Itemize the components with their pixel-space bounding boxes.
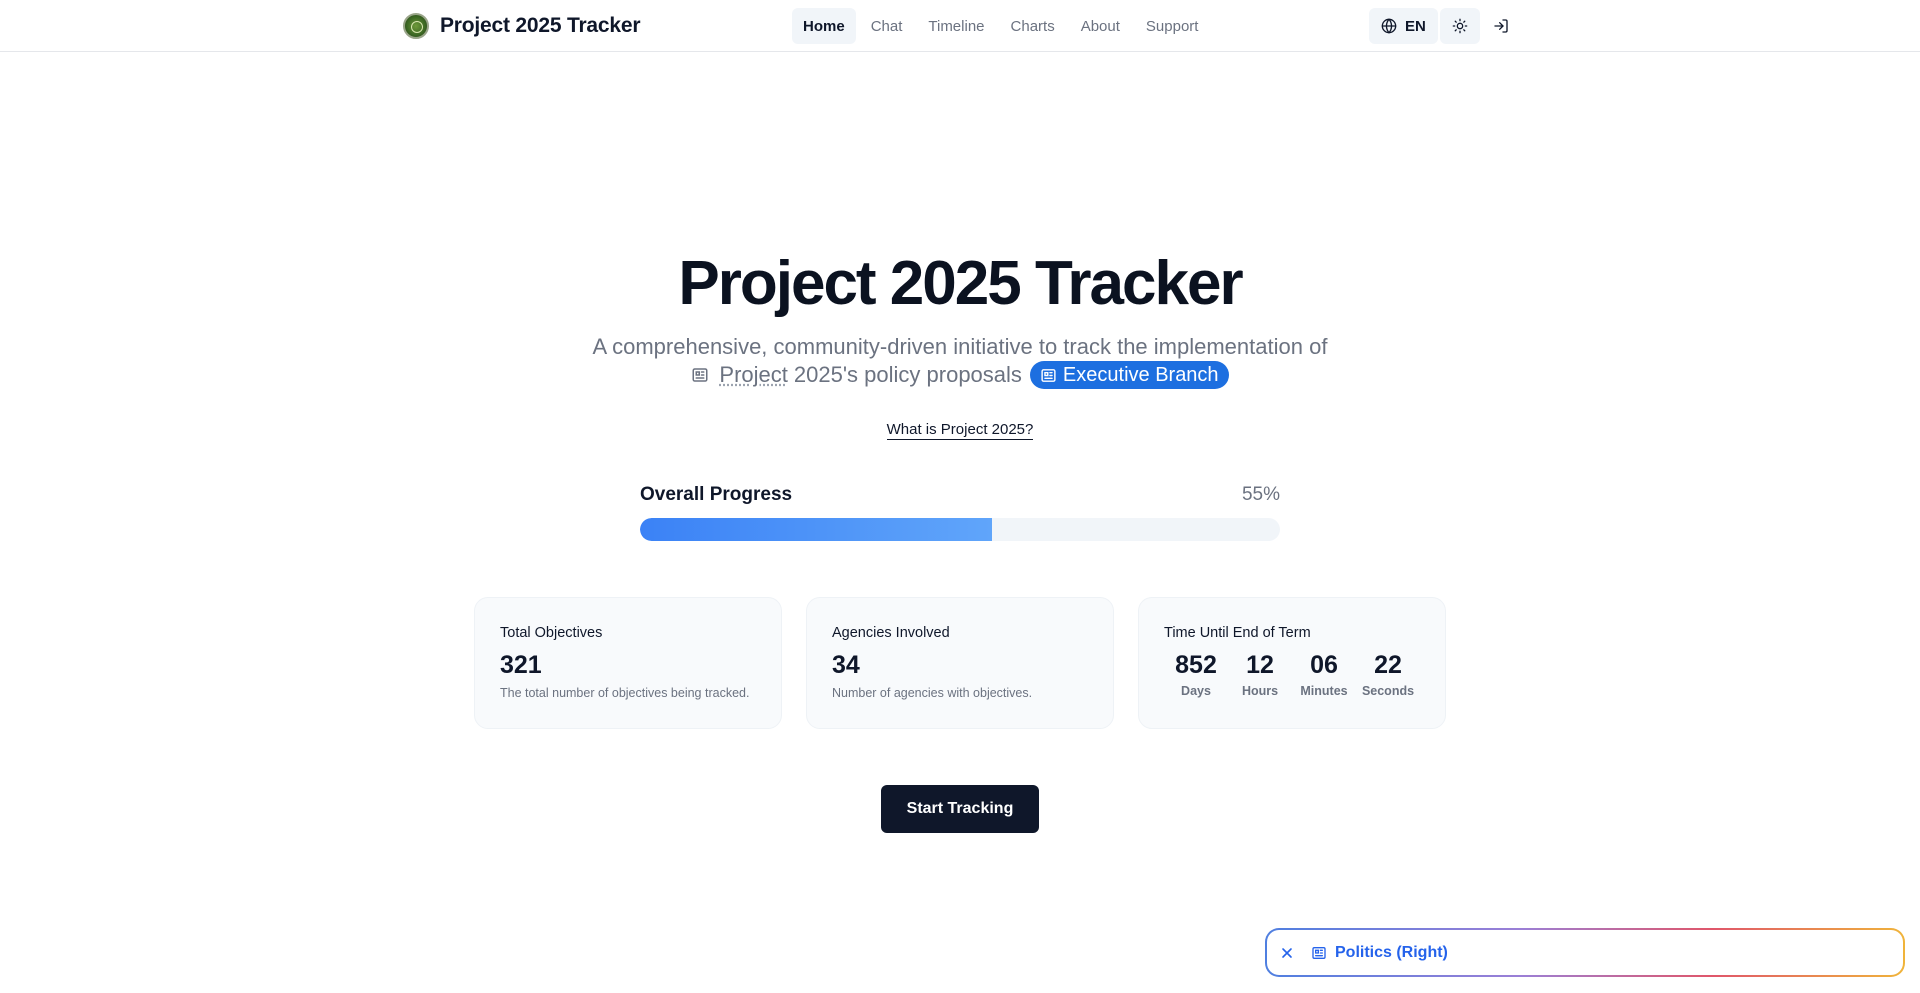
what-is-section: What is Project 2025? <box>0 421 1920 440</box>
card-title: Total Objectives <box>500 625 603 641</box>
countdown-value: 06 <box>1310 651 1338 679</box>
executive-branch-label: Executive Branch <box>1062 364 1219 386</box>
theme-toggle-button[interactable] <box>1440 8 1480 44</box>
card-description: The total number of objectives being tra… <box>500 686 750 700</box>
top-header: Project 2025 Tracker Home Chat Timeline … <box>0 0 1920 52</box>
nav-support[interactable]: Support <box>1135 8 1210 44</box>
login-icon <box>1493 18 1509 34</box>
executive-branch-badge[interactable]: Executive Branch <box>1029 361 1229 389</box>
language-label: EN <box>1405 17 1426 35</box>
countdown-value: 22 <box>1374 651 1402 679</box>
subtitle-line-2: Project 2025's policy proposals Executiv… <box>560 361 1360 389</box>
language-button[interactable]: EN <box>1369 8 1438 44</box>
countdown-seconds: 22 Seconds <box>1356 651 1420 698</box>
hero-subtitle: A comprehensive, community-driven initia… <box>560 333 1360 389</box>
newspaper-icon <box>1311 945 1327 961</box>
login-button[interactable] <box>1483 8 1519 44</box>
logo-icon <box>403 13 429 39</box>
topic-label: Politics (Right) <box>1335 943 1448 961</box>
nav-chat[interactable]: Chat <box>860 8 914 44</box>
brand-home-link[interactable]: Project 2025 Tracker <box>403 12 641 40</box>
start-tracking-button[interactable]: Start Tracking <box>881 785 1039 833</box>
nav-about[interactable]: About <box>1070 8 1131 44</box>
card-title: Time Until End of Term <box>1164 625 1311 641</box>
project-term-link[interactable]: Project <box>719 361 787 389</box>
countdown-value: 852 <box>1175 651 1217 679</box>
countdown-label: Hours <box>1241 684 1279 698</box>
countdown-value: 12 <box>1246 651 1274 679</box>
nav-charts[interactable]: Charts <box>1000 8 1066 44</box>
countdown-hours: 12 Hours <box>1228 651 1292 698</box>
card-value: 34 <box>832 651 860 679</box>
agencies-involved-card: Agencies Involved 34 Number of agencies … <box>806 597 1114 729</box>
brand-name: Project 2025 Tracker <box>440 14 641 37</box>
subtitle-rest: 2025's policy proposals <box>793 362 1022 387</box>
main-nav: Home Chat Timeline Charts About Support <box>792 8 1209 44</box>
countdown-label: Days <box>1181 684 1211 698</box>
nav-home[interactable]: Home <box>792 8 856 44</box>
nav-timeline[interactable]: Timeline <box>917 8 995 44</box>
what-is-project-link[interactable]: What is Project 2025? <box>886 421 1034 440</box>
progress-bar <box>640 518 1280 541</box>
newspaper-icon <box>691 366 709 384</box>
topic-pill-inner: Politics (Right) <box>1267 930 1903 975</box>
subtitle-line-1: A comprehensive, community-driven initia… <box>592 334 1328 359</box>
card-title: Agencies Involved <box>832 625 950 641</box>
topic-pill: Politics (Right) <box>1265 928 1905 977</box>
progress-percent: 55% <box>1241 484 1280 505</box>
total-objectives-card: Total Objectives 321 The total number of… <box>474 597 782 729</box>
progress-bar-fill <box>640 518 992 541</box>
countdown-label: Seconds <box>1361 684 1415 698</box>
close-icon[interactable] <box>1279 945 1295 961</box>
newspaper-icon <box>1040 367 1057 384</box>
countdown-timer: 852 Days 12 Hours 06 Minutes 22 Seconds <box>1164 651 1420 698</box>
card-description: Number of agencies with objectives. <box>832 686 1033 700</box>
sun-icon <box>1452 18 1468 34</box>
topic-link[interactable]: Politics (Right) <box>1311 944 1448 962</box>
countdown-minutes: 06 Minutes <box>1292 651 1356 698</box>
countdown-card: Time Until End of Term 852 Days 12 Hours… <box>1138 597 1446 729</box>
progress-label: Overall Progress <box>640 484 793 505</box>
card-value: 321 <box>500 651 542 679</box>
countdown-label: Minutes <box>1300 684 1348 698</box>
page-title: Project 2025 Tracker <box>678 249 1243 318</box>
globe-icon <box>1381 18 1397 34</box>
countdown-days: 852 Days <box>1164 651 1228 698</box>
